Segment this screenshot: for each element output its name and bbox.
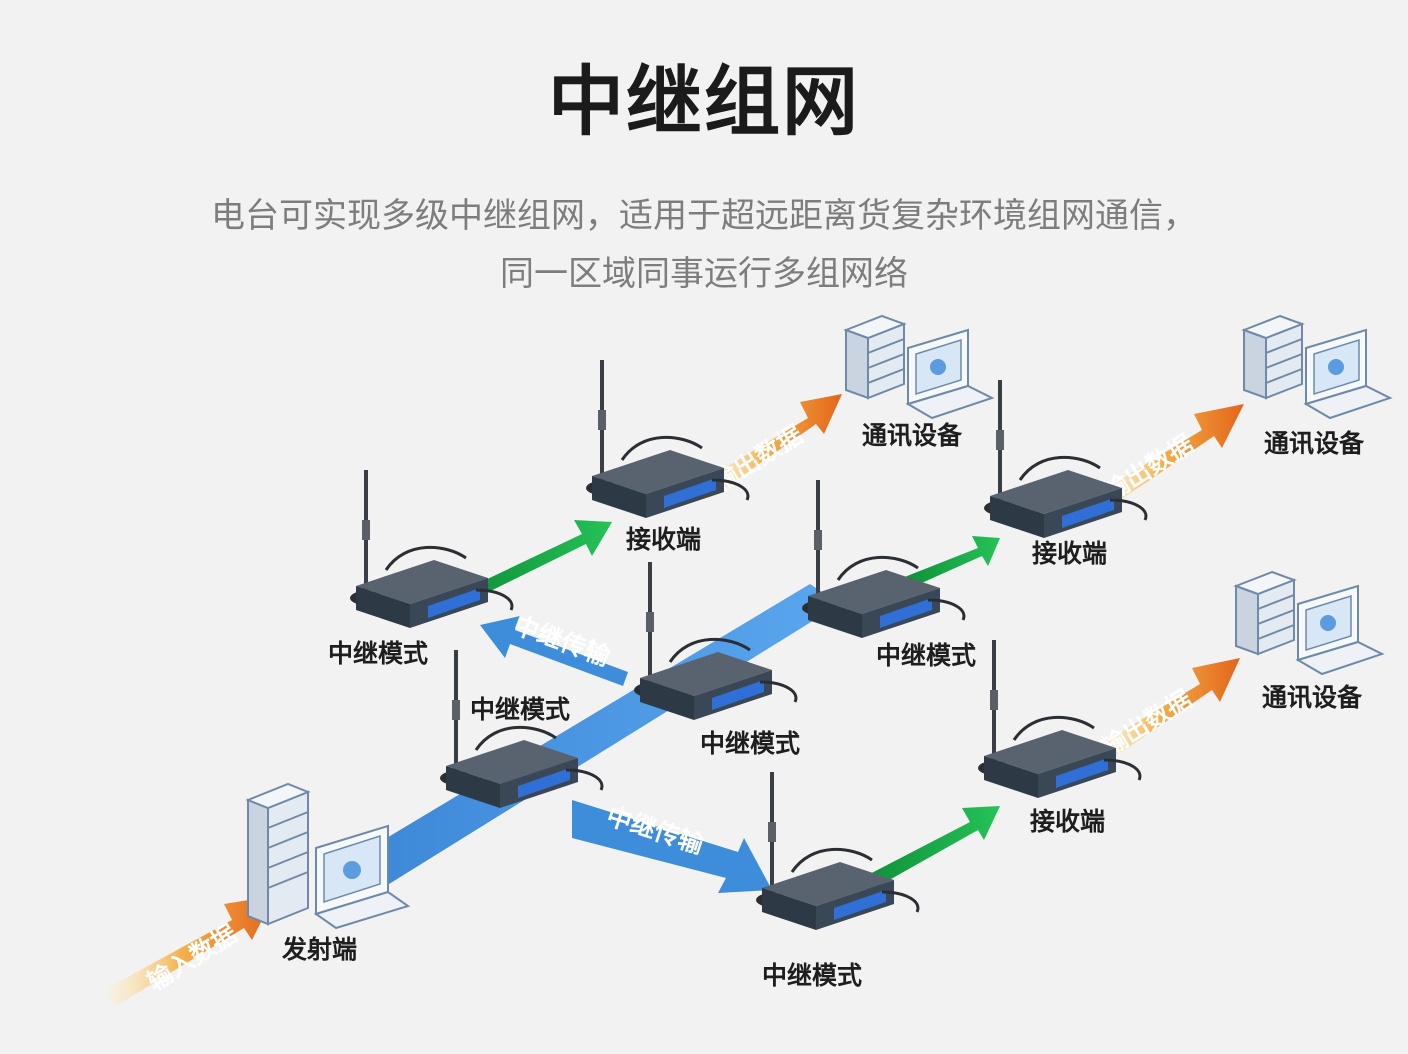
label-comm-device-1: 通讯设备 <box>862 421 963 450</box>
radio-receiver-2 <box>982 378 1148 540</box>
label-receiver-3: 接收端 <box>1030 807 1105 836</box>
comm-device-1 <box>845 315 993 419</box>
radio-relay-bottom <box>754 770 920 932</box>
label-comm-device-2: 通讯设备 <box>1264 429 1365 458</box>
comm-device-2 <box>1243 315 1391 419</box>
label-receiver-1: 接收端 <box>626 525 701 554</box>
label-transmitter: 发射端 <box>281 935 357 964</box>
label-receiver-2: 接收端 <box>1032 539 1107 568</box>
radio-relay-upper-left <box>348 468 514 630</box>
relay-transmit-arrow-upper: 中继传输 <box>480 610 628 686</box>
radio-relay-upper-right <box>800 478 966 640</box>
label-relay-mode-5: 中继模式 <box>762 961 862 990</box>
relay-network-diagram: 中继传输 中继传输 输出数据 输出数据 输出数据 输入数据 中继模式 中继模式 … <box>104 315 1391 1006</box>
label-comm-device-3: 通讯设备 <box>1262 683 1363 712</box>
label-relay-mode-2: 中继模式 <box>470 695 570 724</box>
transmitter-computer <box>245 782 411 930</box>
label-relay-mode-3: 中继模式 <box>700 729 800 758</box>
comm-device-3 <box>1235 571 1383 675</box>
label-relay-mode-1: 中继模式 <box>328 639 428 668</box>
radio-receiver-3 <box>976 638 1142 800</box>
svg-text:输入数据: 输入数据 <box>142 919 242 997</box>
relay-transmit-arrow-lower: 中继传输 <box>572 800 772 893</box>
label-relay-mode-4: 中继模式 <box>876 641 976 670</box>
